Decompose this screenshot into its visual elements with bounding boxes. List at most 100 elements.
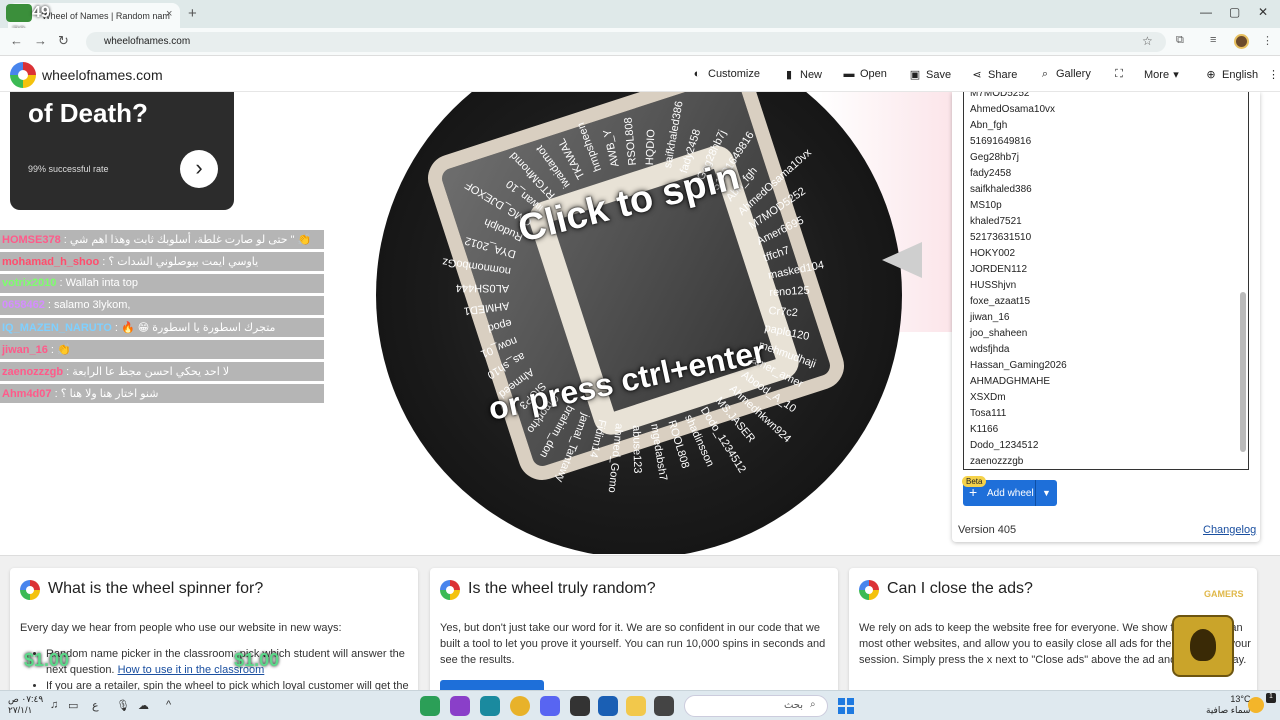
list-item: If you are a retailer, spin the wheel to… [46, 678, 412, 690]
save-label: Save [926, 69, 952, 81]
chat-user: 0658462 [2, 299, 45, 311]
forward-icon[interactable]: → [34, 33, 47, 48]
chat-message: Ahm4d07 : شنو اختار هنا ولا هنا ؟ [0, 384, 324, 403]
new-tab-button[interactable]: + [188, 5, 197, 22]
chat-user: mohamad_h_shoo [2, 256, 100, 268]
entries-textarea[interactable]: M7MOD5252 AhmedOsama10vx Abn_fgh 5169164… [963, 92, 1249, 470]
cloud-icon[interactable]: ☁ [138, 699, 149, 712]
chat-message: mohamad_h_shoo : ياوسي ايمت بيوصلوني الش… [0, 252, 324, 271]
language-button[interactable]: ⊕ English [1204, 68, 1258, 81]
share-button[interactable]: ⋖ Share [970, 68, 1017, 81]
microphone-icon[interactable]: 🎙 [116, 699, 130, 712]
entry-item: XSXDm [970, 392, 1006, 403]
taskbar-app-icon[interactable] [654, 696, 674, 716]
entry-item: M7MOD5252 [970, 92, 1030, 99]
run-spins-button[interactable] [440, 680, 544, 690]
wheel-pointer [882, 242, 922, 278]
minimize-icon[interactable]: — [1200, 5, 1212, 19]
wheel-slice-label: abuse123 [630, 424, 644, 474]
wheel-slice-label: Cr7c2 [767, 304, 798, 319]
chat-message: votrix2010 : Wallah inta top [0, 274, 324, 293]
taskbar-app-icon[interactable] [450, 696, 470, 716]
main-area: of Death? 99% successful rate › HOMSE378… [0, 92, 1280, 554]
new-button[interactable]: ▮ New [782, 68, 822, 81]
site-name[interactable]: wheelofnames.com [42, 67, 163, 83]
taskbar-app-icon[interactable] [420, 696, 440, 716]
chevron-up-icon[interactable]: ^ [166, 699, 171, 711]
close-window-icon[interactable]: ✕ [1258, 5, 1268, 19]
maximize-icon[interactable]: ▢ [1229, 5, 1240, 19]
save-button[interactable]: ▣ Save [908, 68, 951, 81]
url-field[interactable]: wheelofnames.com [86, 32, 1166, 52]
battery-icon[interactable]: ▭ [68, 699, 78, 712]
promo-title: of Death? [28, 98, 148, 128]
wheel-logo-icon[interactable] [10, 62, 36, 88]
card-intro: Every day we hear from people who use ou… [20, 622, 342, 634]
chevron-right-icon[interactable]: › [180, 150, 218, 188]
taskbar-search[interactable]: بحث [684, 695, 828, 717]
language-label: English [1222, 69, 1259, 81]
entry-item: Geg28hb7j [970, 152, 1019, 163]
chrome-icon[interactable] [510, 696, 530, 716]
customize-button[interactable]: ◐ Customize [690, 68, 760, 80]
promo-card[interactable]: of Death? 99% successful rate › [10, 92, 234, 210]
bookmark-star-icon[interactable]: ☆ [1142, 34, 1153, 48]
entry-item: AHMADGHMAHE [970, 376, 1051, 387]
gallery-button[interactable]: ⌕ Gallery [1038, 68, 1091, 81]
weather-temp: 13°C [1230, 694, 1251, 704]
globe-icon: ⊕ [1206, 69, 1216, 81]
chat-user: IQ_MAZEN_NARUTO [2, 322, 112, 334]
reload-icon[interactable]: ↻ [58, 33, 69, 49]
media-controls-icon[interactable]: ≡ [1210, 34, 1216, 46]
entry-item: Abn_fgh [970, 120, 1008, 131]
more-vert-icon[interactable]: ⋮ [1268, 68, 1279, 81]
file-explorer-icon[interactable] [626, 696, 646, 716]
fullscreen-button[interactable]: ⛶ [1112, 68, 1130, 81]
weather-widget[interactable]: 13°C سماء صافية [1206, 694, 1250, 716]
store-icon[interactable] [598, 696, 618, 716]
entry-item: Tosa111 [970, 408, 1007, 419]
info-card-random: Is the wheel truly random? Yes, but don'… [430, 568, 838, 690]
notification-count[interactable]: 1 [1266, 693, 1276, 703]
chevron-down-icon[interactable]: ▼ [1035, 480, 1057, 506]
discord-icon[interactable] [540, 696, 560, 716]
browser-menu-icon[interactable]: ⋮ [1262, 34, 1273, 47]
entries-scrollbar[interactable] [1240, 292, 1246, 452]
chat-user: HOMSE378 [2, 234, 61, 246]
profile-avatar[interactable] [1234, 34, 1249, 49]
taskbar-app-icon[interactable] [570, 696, 590, 716]
taskbar-app-icon[interactable] [480, 696, 500, 716]
search-placeholder: بحث [783, 700, 803, 711]
entries-list: M7MOD5252 AhmedOsama10vx Abn_fgh 5169164… [970, 92, 1067, 469]
clock[interactable]: ٠٧:٤٩ ص ٢٧/١/١ [8, 694, 43, 716]
notification-bell-icon[interactable]: ♫ [50, 699, 58, 711]
clock-time: ٠٧:٤٩ ص [8, 694, 44, 704]
wheel-container[interactable]: saifkhaled386 fady2458 Geg28hb7j 5169164981… [376, 92, 902, 554]
extensions-icon[interactable]: ⧉ [1176, 34, 1184, 47]
chevron-down-icon: ▾ [1173, 69, 1179, 81]
wheel-logo-icon [440, 580, 460, 600]
chat-message: IQ_MAZEN_NARUTO : 🔥 😁 متجرك اسطورة يا اس… [0, 318, 324, 337]
bullet-text: If you are a retailer, spin the wheel to… [46, 680, 409, 690]
more-button[interactable]: More ▾ [1144, 68, 1187, 81]
language-indicator[interactable]: ع [92, 699, 99, 712]
more-label: More [1144, 69, 1170, 81]
wheel-logo-icon [859, 580, 879, 600]
windows-start-icon[interactable] [838, 698, 854, 714]
money-left: $1.00 [24, 650, 70, 670]
changelog-link[interactable]: Changelog [1203, 524, 1256, 536]
card-title: Is the wheel truly random? [468, 580, 656, 597]
info-card-purpose: What is the wheel spinner for? Every day… [10, 568, 418, 690]
chat-text: : Wallah inta top [56, 277, 138, 289]
chat-text: : حتى لو صارت غلطة، أسلوبك ثابت وهذا اهم… [60, 234, 312, 246]
tab-close-icon[interactable]: × [166, 8, 172, 20]
wheel-slice-label: HQDIO [644, 129, 658, 166]
site-header: wheelofnames.com ◐ Customize ▮ New ▬ Open ▣… [0, 57, 1280, 92]
spin-wheel[interactable]: saifkhaled386 fady2458 Geg28hb7j 5169164981… [376, 92, 902, 554]
chat-user: votrix2010 [2, 277, 57, 289]
back-icon[interactable]: ← [10, 33, 23, 48]
open-button[interactable]: ▬ Open [842, 68, 887, 80]
palette-icon: ◐ [693, 68, 701, 80]
beta-badge: Beta [962, 476, 987, 487]
entry-item: HUSShjvn [970, 280, 1017, 291]
